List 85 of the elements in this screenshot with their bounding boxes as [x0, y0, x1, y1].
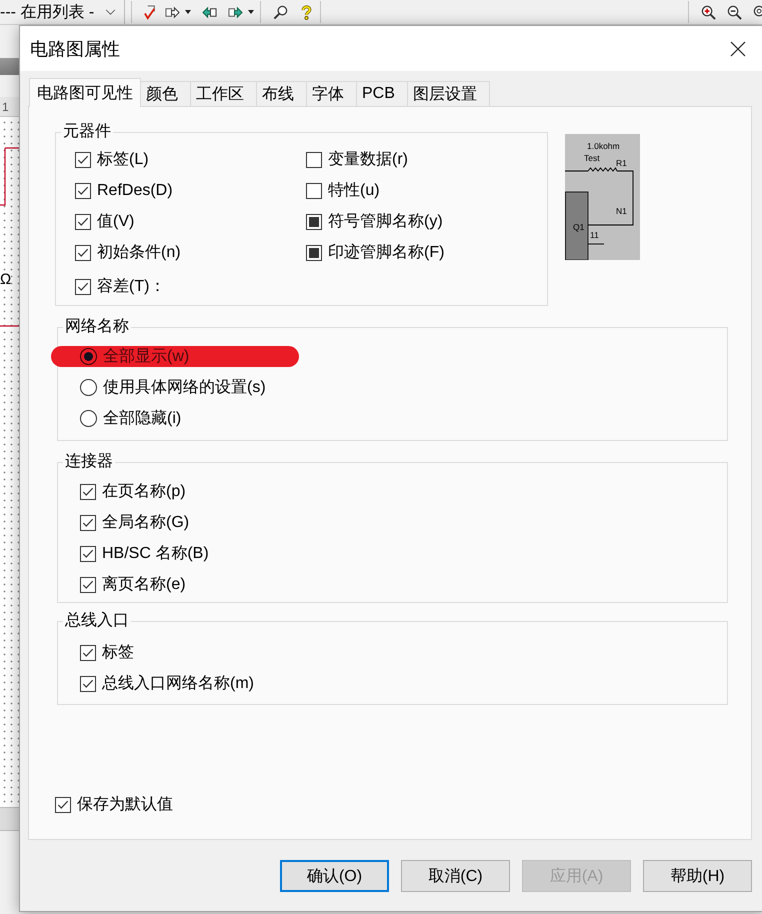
caret-icon[interactable]	[185, 10, 191, 14]
radio-button[interactable]	[80, 379, 97, 396]
checkbox[interactable]	[75, 182, 91, 198]
dialog-button[interactable]: 帮助(H)	[643, 860, 752, 892]
net-name: N1	[616, 206, 627, 216]
transistor-block	[565, 192, 588, 260]
arrow-icon[interactable]	[228, 4, 243, 20]
dialog-button[interactable]: 取消(C)	[401, 860, 510, 892]
component-label: Test	[584, 153, 600, 163]
group-title: 总线入口	[64, 612, 130, 630]
checkbox[interactable]	[75, 214, 91, 230]
component-value: 1.0kohm	[587, 141, 620, 151]
tab[interactable]: 电路图可见性	[29, 78, 141, 107]
checkbox-label: 印迹管脚名称(F)	[328, 242, 444, 263]
checkmark-icon	[82, 516, 94, 528]
checkbox-label: 标签(L)	[97, 150, 149, 170]
checkbox[interactable]	[80, 576, 96, 592]
radio-dot-icon	[84, 352, 93, 361]
close-icon	[730, 40, 746, 56]
part-name: Q1	[573, 222, 584, 232]
radio-button[interactable]	[80, 410, 97, 427]
window-title: 电路图属性	[30, 38, 120, 60]
dialog-button[interactable]: 确认(O)	[280, 860, 389, 892]
checkbox-label: 离页名称(e)	[102, 574, 186, 595]
checkbox[interactable]	[75, 152, 91, 168]
checkbox-label: 变量数据(r)	[328, 150, 408, 170]
checkmark-icon	[82, 548, 94, 560]
scrollbar	[0, 807, 19, 831]
checkbox[interactable]	[75, 278, 91, 294]
radio-label: 使用具体网络的设置(s)	[103, 378, 266, 398]
group-title: 网络名称	[64, 318, 130, 336]
tab-strip	[0, 58, 19, 75]
checkmark-icon	[77, 154, 89, 166]
checkbox-label: 在页名称(p)	[102, 482, 186, 502]
checkbox-label: 值(V)	[97, 212, 134, 232]
checkbox[interactable]	[306, 182, 322, 198]
checkbox-label: 保存为默认值	[77, 794, 173, 815]
arrow-icon[interactable]	[202, 4, 217, 20]
group-title: 元器件	[62, 123, 112, 141]
chevron-down-icon	[105, 8, 116, 16]
radio-label: 全部显示(w)	[103, 346, 190, 367]
checkbox-label: HB/SC 名称(B)	[102, 544, 209, 564]
checkbox[interactable]	[80, 644, 96, 660]
checkmark-icon	[77, 280, 89, 292]
checkmark-icon	[82, 486, 94, 498]
group-title: 连接器	[64, 453, 114, 471]
checkbox[interactable]	[80, 514, 96, 530]
radio-button[interactable]	[80, 348, 97, 365]
checkbox-label: 符号管脚名称(y)	[328, 212, 443, 232]
checkbox[interactable]	[306, 244, 322, 260]
checkbox[interactable]	[55, 796, 71, 812]
checkbox[interactable]	[75, 244, 91, 260]
checkbox-label: 总线入口网络名称(m)	[102, 674, 254, 694]
help-icon[interactable]	[299, 4, 314, 20]
tab[interactable]: 图层设置	[406, 81, 490, 106]
checkmark-icon	[77, 184, 89, 196]
arrow-icon[interactable]	[165, 4, 180, 20]
reference-designator: R1	[616, 158, 627, 168]
checkmark-icon	[77, 246, 89, 258]
pin-number: 11	[590, 230, 599, 240]
checkbox-label: 特性(u)	[328, 181, 380, 201]
caret-icon[interactable]	[248, 10, 254, 14]
checkbox-label: 全局名称(G)	[102, 513, 190, 533]
checkbox[interactable]	[80, 676, 96, 692]
checkbox[interactable]	[306, 152, 322, 168]
checkmark-icon	[82, 646, 94, 658]
list-dropdown[interactable]: --- 在用列表 -	[0, 0, 125, 24]
checkbox[interactable]	[306, 214, 322, 230]
zoom-in-icon[interactable]	[701, 4, 716, 20]
ruler-mark: 1	[2, 100, 9, 114]
checkbox-label: RefDes(D)	[97, 182, 173, 200]
wire	[565, 170, 634, 226]
checkbox-label: 初始条件(n)	[97, 242, 181, 263]
checkmark-icon	[57, 798, 69, 810]
radio-label: 全部隐藏(i)	[103, 408, 182, 429]
checkbox[interactable]	[80, 484, 96, 500]
checkbox[interactable]	[80, 546, 96, 562]
zoom-out-icon[interactable]	[727, 4, 742, 20]
checkmark-icon	[82, 678, 94, 690]
checkbox-label: 容差(T)：	[97, 276, 166, 297]
magnifier-icon[interactable]	[273, 4, 288, 20]
checkbox-label: 标签	[102, 643, 134, 663]
resistor-symbol	[588, 167, 618, 172]
checkmark-icon	[82, 578, 94, 590]
checkmark-icon	[77, 216, 89, 228]
